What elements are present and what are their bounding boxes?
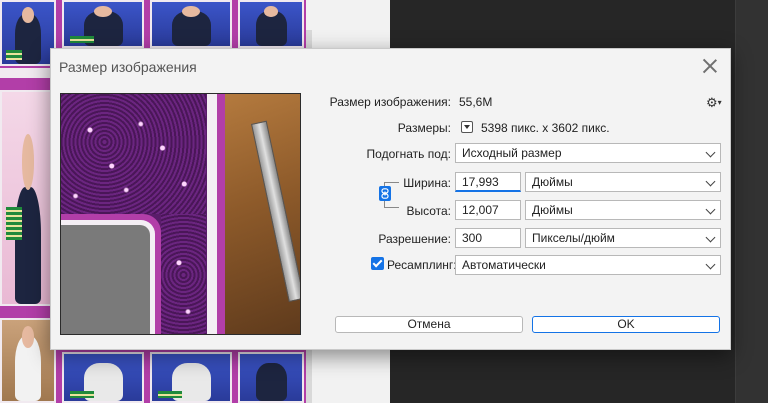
resolution-label: Разрешение: [378, 232, 451, 246]
chevron-down-icon [705, 259, 716, 270]
close-icon[interactable] [700, 56, 720, 76]
chevron-down-icon[interactable] [461, 121, 473, 133]
photo-tile [150, 352, 232, 403]
resolution-unit-value: Пикселы/дюйм [532, 231, 615, 245]
ok-button[interactable]: OK [532, 316, 720, 333]
dialog-titlebar[interactable]: Размер изображения [51, 49, 730, 83]
photo-tile [0, 0, 56, 66]
resolution-unit-select[interactable]: Пикселы/дюйм [525, 228, 721, 248]
fit-to-label: Подогнать под: [366, 147, 451, 161]
width-label: Ширина: [403, 176, 451, 190]
photo-tile [0, 318, 56, 403]
dialog-title: Размер изображения [59, 59, 197, 75]
gear-icon[interactable]: ⚙▾ [706, 96, 722, 110]
tile-caption [0, 68, 52, 78]
resolution-input[interactable]: 300 [455, 228, 521, 248]
photo-tile [238, 352, 304, 403]
photo-tile [62, 352, 144, 403]
width-input[interactable]: 17,993 [455, 172, 521, 192]
resample-value: Автоматически [462, 258, 546, 272]
chevron-down-icon [705, 147, 716, 158]
photo-tile [238, 0, 304, 48]
cancel-button[interactable]: Отмена [335, 316, 523, 333]
photo-tile [62, 0, 144, 48]
chevron-down-icon [705, 176, 716, 187]
image-size-label: Размер изображения: [329, 95, 451, 109]
image-size-dialog: Размер изображения Размер изображения: 5… [50, 48, 731, 350]
image-preview[interactable] [60, 93, 301, 335]
resample-label: Ресамплинг: [387, 258, 457, 272]
photo-tile [150, 0, 232, 48]
fit-to-value: Исходный размер [462, 146, 562, 160]
link-icon [381, 188, 389, 199]
constrain-proportions-button[interactable] [379, 186, 391, 201]
photo-tile [0, 90, 56, 306]
width-unit-value: Дюймы [532, 175, 573, 189]
resample-checkbox[interactable] [371, 257, 384, 270]
chevron-down-icon [705, 232, 716, 243]
height-label: Высота: [406, 204, 451, 218]
dimensions-value: 5398 пикс. x 3602 пикс. [481, 121, 610, 135]
height-unit-select[interactable]: Дюймы [525, 200, 721, 220]
resample-select[interactable]: Автоматически [455, 255, 721, 275]
dimensions-label: Размеры: [397, 121, 451, 135]
image-size-value: 55,6M [459, 95, 493, 109]
height-input[interactable]: 12,007 [455, 200, 521, 220]
height-unit-value: Дюймы [532, 203, 573, 217]
width-unit-select[interactable]: Дюймы [525, 172, 721, 192]
fit-to-select[interactable]: Исходный размер [455, 143, 721, 163]
chevron-down-icon [705, 204, 716, 215]
panel-strip [735, 0, 768, 403]
